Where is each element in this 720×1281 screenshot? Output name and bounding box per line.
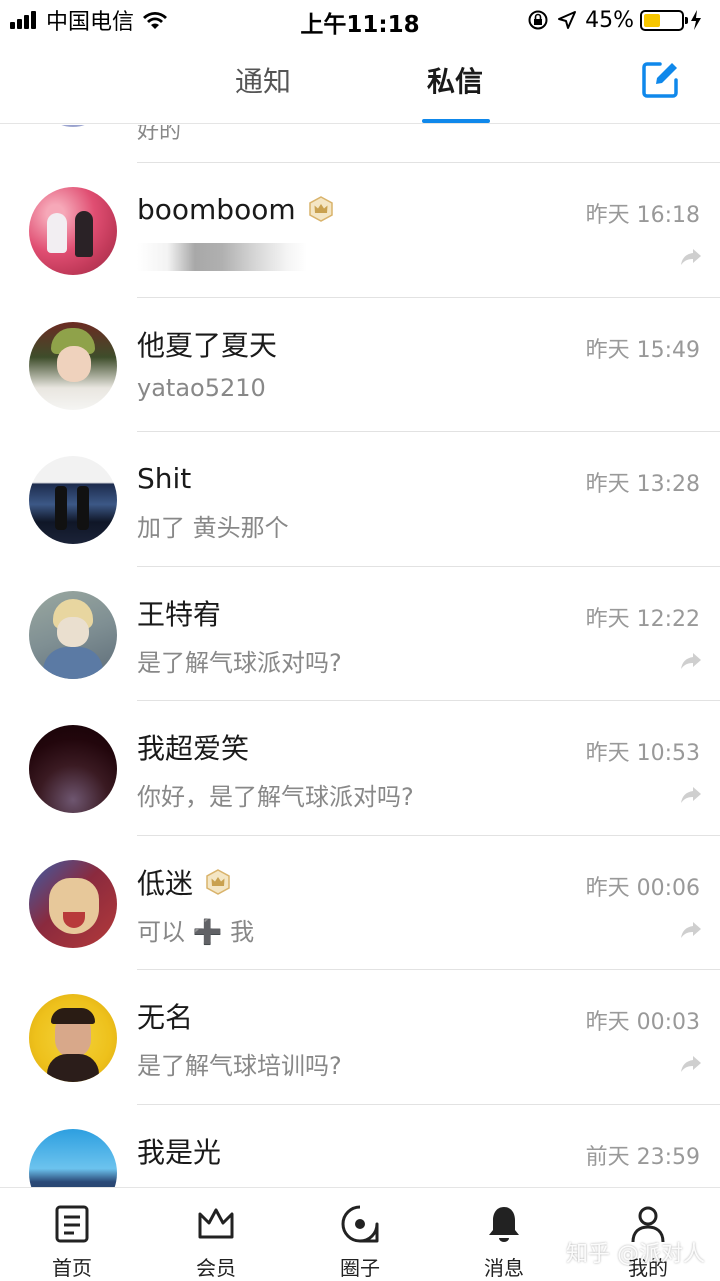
battery-percent: 45% <box>585 7 634 33</box>
contact-name: 他夏了夏天 <box>137 329 278 362</box>
message-preview: 好的 <box>137 125 182 144</box>
contact-name: 低迷 <box>137 867 194 900</box>
message-time: 昨天 00:03 <box>585 1010 700 1035</box>
contact-name: 无名 <box>137 1001 194 1034</box>
avatar[interactable] <box>29 187 117 275</box>
tab-private-messages[interactable]: 私信 <box>405 62 505 102</box>
message-preview: 是了解气球培训吗? <box>137 1052 342 1080</box>
document-icon <box>55 1205 89 1243</box>
tab-label: 首页 <box>52 1256 92 1280</box>
list-item[interactable]: 王特宥 昨天 12:22 是了解气球派对吗? <box>0 567 720 701</box>
compose-icon[interactable] <box>638 58 682 102</box>
avatar[interactable] <box>29 994 117 1082</box>
list-item[interactable]: 他夏了夏天 昨天 15:49 yatao5210 <box>0 298 720 432</box>
tab-label: 会员 <box>196 1256 236 1280</box>
share-arrow-icon <box>681 653 701 669</box>
crown-badge-icon <box>206 869 230 895</box>
list-item[interactable]: 无名 昨天 00:03 是了解气球培训吗? <box>0 970 720 1104</box>
status-bar: 中国电信 上午11:18 45% <box>0 0 720 40</box>
avatar[interactable] <box>29 322 117 410</box>
message-preview: 加了 黄头那个 <box>137 514 289 542</box>
crown-icon <box>198 1208 234 1239</box>
message-time: 昨天 16:18 <box>585 203 700 228</box>
watermark: 知乎 @派对人 <box>566 1242 705 1267</box>
tab-messages[interactable]: 消息 <box>454 1198 554 1280</box>
tab-circles[interactable]: 圈子 <box>310 1198 410 1280</box>
tab-home[interactable]: 首页 <box>22 1198 122 1280</box>
list-item[interactable]: 好的 <box>0 125 720 163</box>
tab-notifications[interactable]: 通知 <box>213 62 313 102</box>
avatar[interactable] <box>29 1129 117 1187</box>
tab-label: 消息 <box>484 1256 524 1280</box>
header: 通知 私信 <box>0 40 720 124</box>
avatar[interactable] <box>29 725 117 813</box>
circle-icon <box>341 1205 379 1243</box>
crown-badge-icon <box>308 196 333 222</box>
list-item[interactable]: Shit 昨天 13:28 加了 黄头那个 <box>0 432 720 566</box>
contact-name: 我是光 <box>137 1136 222 1169</box>
list-item[interactable]: 我是光 前天 23:59 <box>0 1105 720 1187</box>
message-time: 昨天 15:49 <box>585 338 700 363</box>
message-preview: 是了解气球派对吗? <box>137 649 342 677</box>
share-arrow-icon <box>681 249 701 265</box>
message-preview: 你好，是了解气球派对吗? <box>137 783 414 811</box>
blurred-message-preview <box>137 243 307 271</box>
list-item[interactable]: 我超爱笑 昨天 10:53 你好，是了解气球派对吗? <box>0 701 720 835</box>
share-arrow-icon <box>681 922 701 938</box>
message-time: 昨天 13:28 <box>585 472 700 497</box>
message-preview: yatao5210 <box>137 374 266 402</box>
battery-icon <box>640 9 688 31</box>
contact-name: boomboom <box>137 192 296 226</box>
tab-membership[interactable]: 会员 <box>166 1198 266 1280</box>
message-time: 昨天 00:06 <box>585 876 700 901</box>
share-arrow-icon <box>681 1056 701 1072</box>
orientation-lock-icon <box>528 10 548 30</box>
contact-name: 我超爱笑 <box>137 732 250 765</box>
message-time: 前天 23:59 <box>585 1145 700 1170</box>
message-time: 昨天 10:53 <box>585 741 700 766</box>
tab-label: 圈子 <box>340 1256 380 1280</box>
avatar[interactable] <box>29 860 117 948</box>
list-item[interactable]: boomboom 昨天 16:18 <box>0 163 720 297</box>
message-preview: 可以 ➕ 我 <box>137 918 255 946</box>
bell-icon <box>489 1207 519 1242</box>
active-tab-indicator <box>422 119 490 123</box>
avatar[interactable] <box>29 591 117 679</box>
avatar[interactable] <box>29 456 117 544</box>
contact-name: 王特宥 <box>137 598 222 631</box>
list-item[interactable]: 低迷 昨天 00:06 可以 ➕ 我 <box>0 836 720 970</box>
avatar[interactable] <box>38 125 108 127</box>
charging-icon <box>691 10 701 30</box>
message-list[interactable]: 好的 boomboom 昨天 16:18 他夏了夏天 昨天 15:49 yata… <box>0 125 720 1187</box>
share-arrow-icon <box>681 787 701 803</box>
message-time: 昨天 12:22 <box>585 607 700 632</box>
location-icon <box>558 11 577 29</box>
contact-name: Shit <box>137 461 192 495</box>
